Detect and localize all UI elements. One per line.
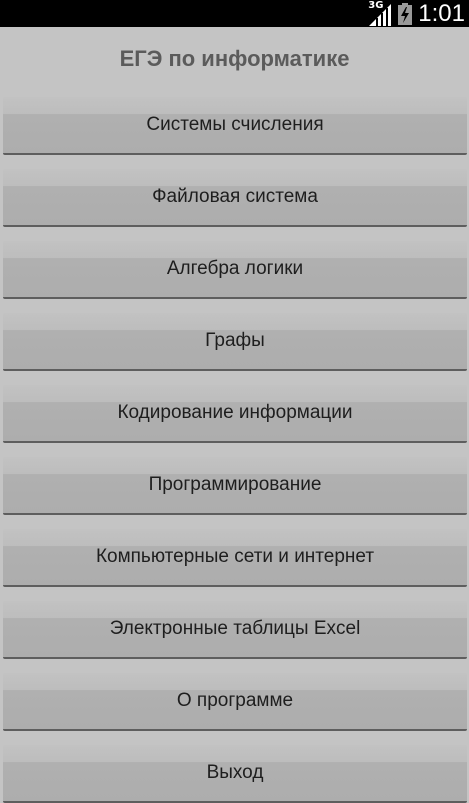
menu-button-logic-algebra[interactable]: Алгебра логики [3, 241, 467, 299]
menu-button-information-coding[interactable]: Кодирование информации [3, 385, 467, 443]
menu-button-graphs[interactable]: Графы [3, 313, 467, 371]
status-clock: 1:01 [418, 0, 465, 27]
battery-charging-icon [398, 2, 413, 25]
menu-button-programming[interactable]: Программирование [3, 457, 467, 515]
status-bar: 3G 1:01 [0, 0, 469, 27]
menu-button-file-system[interactable]: Файловая система [3, 169, 467, 227]
menu-button-excel-spreadsheets[interactable]: Электронные таблицы Excel [3, 601, 467, 659]
signal-bars-icon [369, 3, 392, 26]
menu-button-number-systems[interactable]: Системы счисления [3, 97, 467, 155]
status-icons: 3G 1:01 [368, 0, 465, 27]
menu-button-networks-internet[interactable]: Компьютерные сети и интернет [3, 529, 467, 587]
menu-button-about[interactable]: О программе [3, 673, 467, 731]
menu-button-exit[interactable]: Выход [3, 745, 467, 803]
page-title: ЕГЭ по информатике [119, 46, 350, 71]
signal-3g-icon: 3G [368, 0, 392, 26]
